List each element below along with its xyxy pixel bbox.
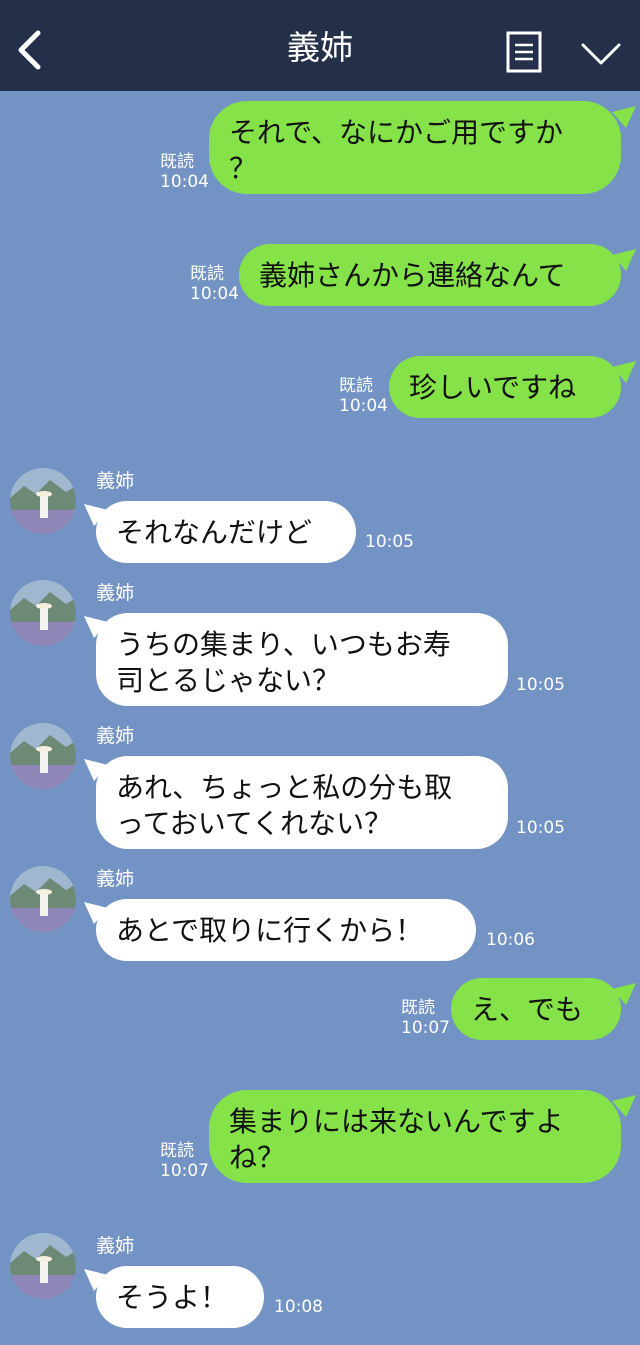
avatar[interactable] [10, 866, 76, 932]
read-label: 既読 [339, 376, 373, 396]
read-receipt: 既読 10:04 [190, 264, 239, 304]
incoming-bubble[interactable]: うちの集まり、いつもお寿 司とるじゃない？ [96, 613, 508, 706]
message-text: え、でも [471, 993, 584, 1026]
message-time: 10:06 [486, 930, 535, 950]
message-time: 10:08 [274, 1297, 323, 1317]
incoming-bubble[interactable]: そうよ！ [96, 1266, 264, 1328]
message-text: 義姉さんから連絡なんて [259, 259, 566, 292]
read-receipt: 既読 10:04 [160, 152, 209, 192]
outgoing-bubble[interactable]: 義姉さんから連絡なんて [239, 244, 621, 306]
bubble-tail [612, 361, 636, 383]
bubble-tail [612, 249, 636, 271]
chat-header: 義姉 [0, 0, 640, 91]
outgoing-bubble[interactable]: え、でも [451, 978, 621, 1040]
sender-name: 義姉 [96, 1235, 135, 1257]
read-label: 既読 [160, 152, 194, 172]
read-label: 既読 [190, 264, 224, 284]
bubble-tail [612, 983, 636, 1005]
read-label: 既読 [401, 998, 435, 1018]
incoming-bubble[interactable]: あとで取りに行くから！ [96, 899, 476, 961]
avatar[interactable] [10, 1233, 76, 1299]
message-time: 10:07 [401, 1018, 450, 1038]
sender-name: 義姉 [96, 470, 135, 492]
chat-title: 義姉 [287, 28, 353, 67]
read-receipt: 既読 10:07 [160, 1141, 209, 1181]
message-text: あとで取りに行くから！ [116, 914, 424, 947]
sender-name: 義姉 [96, 725, 135, 747]
incoming-bubble[interactable]: あれ、ちょっと私の分も取 っておいてくれない？ [96, 756, 508, 849]
message-time: 10:05 [516, 675, 565, 695]
incoming-bubble[interactable]: それなんだけど [96, 501, 356, 563]
message-time: 10:04 [339, 396, 388, 416]
bubble-tail [612, 106, 636, 128]
message-time: 10:05 [365, 532, 414, 552]
message-time: 10:04 [190, 284, 239, 304]
message-text: あれ、ちょっと私の分も取 っておいてくれない？ [116, 771, 453, 840]
list-icon[interactable] [506, 31, 542, 73]
message-text: それなんだけど [116, 516, 313, 549]
read-receipt: 既読 10:04 [339, 376, 388, 416]
sender-name: 義姉 [96, 582, 135, 604]
avatar[interactable] [10, 723, 76, 789]
outgoing-bubble[interactable]: 集まりには来ないんですよ ね？ [209, 1090, 621, 1183]
sender-name: 義姉 [96, 868, 135, 890]
message-time: 10:04 [160, 172, 209, 192]
message-text: そうよ！ [116, 1281, 229, 1314]
outgoing-bubble[interactable]: 珍しいですね [389, 356, 621, 418]
avatar[interactable] [10, 468, 76, 534]
message-text: 集まりには来ないんですよ ね？ [229, 1105, 564, 1174]
outgoing-bubble[interactable]: それで、なにかご用ですか ？ [209, 101, 621, 194]
chevron-down-icon[interactable] [580, 40, 622, 68]
message-text: 珍しいですね [409, 371, 577, 404]
message-text: うちの集まり、いつもお寿 司とるじゃない？ [116, 628, 451, 697]
message-time: 10:07 [160, 1161, 209, 1181]
read-receipt: 既読 10:07 [401, 998, 450, 1038]
message-text: それで、なにかご用ですか ？ [229, 116, 564, 185]
bubble-tail [612, 1095, 636, 1117]
read-label: 既読 [160, 1141, 194, 1161]
message-time: 10:05 [516, 818, 565, 838]
avatar[interactable] [10, 580, 76, 646]
